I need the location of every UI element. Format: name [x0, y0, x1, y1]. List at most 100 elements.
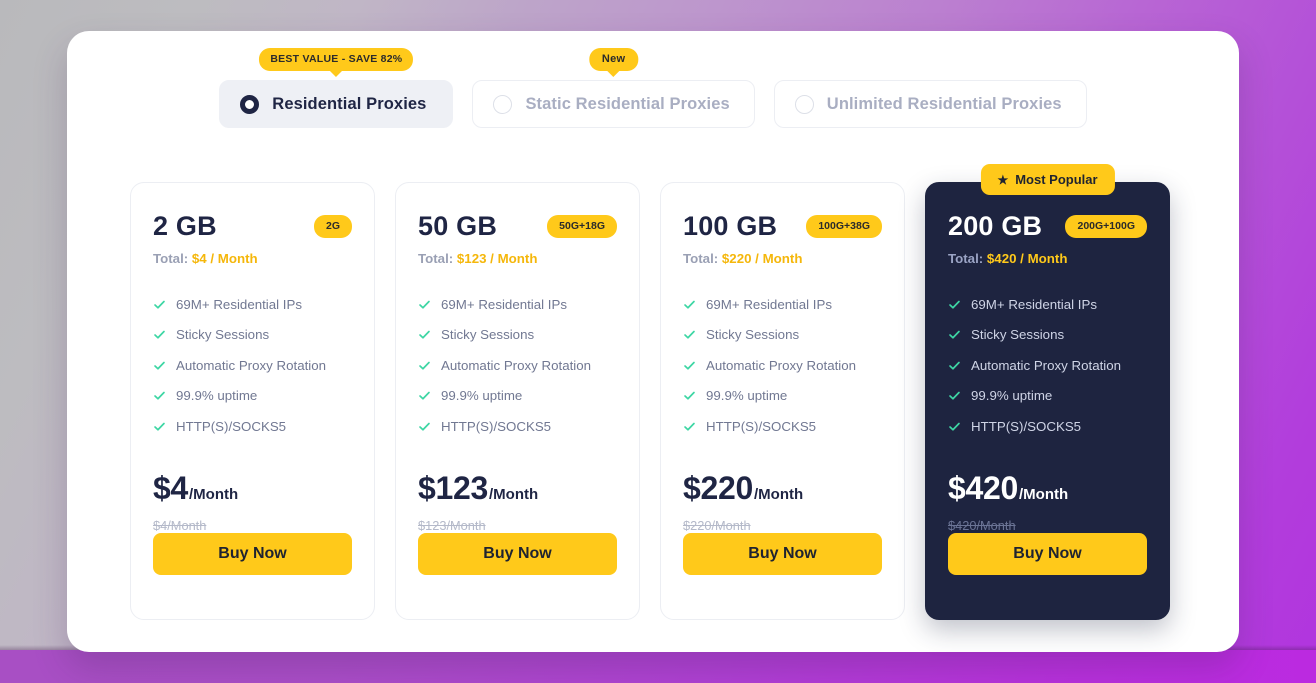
feature-item: Sticky Sessions [418, 320, 617, 351]
plan-total-2: Total: $220 / Month [683, 251, 882, 266]
check-icon [948, 359, 961, 372]
card-header-1: 50 GB 50G+18G [418, 211, 617, 242]
check-icon [683, 420, 696, 433]
check-icon [418, 389, 431, 402]
feature-list-2: 69M+ Residential IPs Sticky Sessions Autom… [683, 289, 882, 442]
check-icon [153, 359, 166, 372]
plan-price-amount-3: $420 [948, 469, 1018, 506]
plan-total-1: Total: $123 / Month [418, 251, 617, 266]
most-popular-badge: ★ Most Popular [980, 164, 1115, 195]
feature-item: 69M+ Residential IPs [948, 289, 1147, 320]
tab-wrapper-0: BEST VALUE - SAVE 82% Residential Proxies [219, 48, 454, 128]
plan-total-3: Total: $420 / Month [948, 251, 1147, 266]
feature-label: 99.9% uptime [706, 388, 788, 404]
feature-label: 69M+ Residential IPs [441, 296, 568, 312]
plan-old-price-0: $4/Month [153, 517, 207, 533]
feature-item: 99.9% uptime [153, 381, 352, 412]
feature-item: Automatic Proxy Rotation [418, 350, 617, 381]
tab-option-2[interactable]: Unlimited Residential Proxies [773, 80, 1087, 128]
check-icon [948, 389, 961, 402]
radio-unselected-icon[interactable] [794, 94, 814, 114]
check-icon [418, 328, 431, 341]
plan-price-amount-2: $220 [683, 469, 753, 506]
card-header-0: 2 GB 2G [153, 211, 352, 242]
buy-now-button-1[interactable]: Buy Now [418, 533, 617, 575]
feature-item: Automatic Proxy Rotation [683, 350, 882, 381]
tab-label-2: Unlimited Residential Proxies [826, 94, 1062, 113]
radio-unselected-icon[interactable] [493, 94, 513, 114]
feature-item: 69M+ Residential IPs [418, 289, 617, 320]
feature-item: HTTP(S)/SOCKS5 [683, 411, 882, 442]
plan-size-badge-0: 2G [313, 215, 352, 238]
feature-label: 69M+ Residential IPs [176, 296, 303, 312]
plan-total-0: Total: $4 / Month [153, 251, 352, 266]
plan-price-1: $123/Month [418, 470, 617, 507]
plan-total-prefix-1: Total: [418, 251, 454, 266]
feature-item: Sticky Sessions [683, 320, 882, 351]
plan-price-period-2: /Month [754, 485, 804, 503]
tab-option-0[interactable]: Residential Proxies [219, 80, 454, 128]
buy-now-button-3[interactable]: Buy Now [948, 533, 1147, 575]
feature-label: Automatic Proxy Rotation [706, 357, 857, 373]
feature-label: HTTP(S)/SOCKS5 [971, 418, 1082, 434]
radio-selected-icon[interactable] [240, 94, 260, 114]
check-icon [418, 359, 431, 372]
plan-price-period-3: /Month [1019, 485, 1069, 503]
feature-item: Automatic Proxy Rotation [948, 350, 1147, 381]
pricing-card-1: 50 GB 50G+18G Total: $123 / Month 69M+ Resi… [395, 182, 640, 620]
feature-list-1: 69M+ Residential IPs Sticky Sessions Autom… [418, 289, 617, 442]
feature-item: HTTP(S)/SOCKS5 [418, 411, 617, 442]
proxy-type-tabs: BEST VALUE - SAVE 82% Residential Proxies… [67, 48, 1239, 128]
feature-item: 69M+ Residential IPs [683, 289, 882, 320]
pricing-card-0: 2 GB 2G Total: $4 / Month 69M+ Residential … [130, 182, 375, 620]
plan-total-amount-3: $420 / Month [986, 251, 1068, 266]
card-header-2: 100 GB 100G+38G [683, 211, 882, 242]
pricing-panel: BEST VALUE - SAVE 82% Residential Proxies… [67, 31, 1239, 652]
page-bottom-strip [0, 650, 1316, 683]
feature-label: Automatic Proxy Rotation [441, 357, 592, 373]
tab-badge-1: New [588, 48, 639, 77]
feature-label: HTTP(S)/SOCKS5 [176, 418, 287, 434]
feature-label: 99.9% uptime [971, 388, 1053, 404]
pricing-cards: 2 GB 2G Total: $4 / Month 69M+ Residential … [130, 164, 1170, 620]
star-icon: ★ [997, 172, 1009, 187]
feature-label: HTTP(S)/SOCKS5 [706, 418, 817, 434]
feature-item: 99.9% uptime [418, 381, 617, 412]
feature-label: 69M+ Residential IPs [971, 296, 1098, 312]
feature-label: 99.9% uptime [441, 388, 523, 404]
check-icon [418, 420, 431, 433]
feature-label: Automatic Proxy Rotation [176, 357, 327, 373]
feature-label: HTTP(S)/SOCKS5 [441, 418, 552, 434]
feature-label: 69M+ Residential IPs [706, 296, 833, 312]
feature-list-3: 69M+ Residential IPs Sticky Sessions Autom… [948, 289, 1147, 442]
most-popular-label: Most Popular [1015, 172, 1098, 187]
buy-now-button-2[interactable]: Buy Now [683, 533, 882, 575]
plan-total-prefix-3: Total: [948, 251, 984, 266]
plan-price-3: $420/Month [948, 470, 1147, 507]
pricing-card-3: ★ Most Popular 200 GB 200G+100G Total: $420 … [925, 164, 1170, 620]
plan-total-amount-0: $4 / Month [191, 251, 258, 266]
check-icon [948, 298, 961, 311]
check-icon [153, 298, 166, 311]
plan-total-amount-2: $220 / Month [721, 251, 803, 266]
feature-label: 99.9% uptime [176, 388, 258, 404]
plan-total-prefix-2: Total: [683, 251, 719, 266]
check-icon [153, 328, 166, 341]
check-icon [948, 328, 961, 341]
plan-size-badge-2: 100G+38G [806, 215, 882, 238]
plan-total-amount-1: $123 / Month [456, 251, 538, 266]
plan-price-amount-0: $4 [153, 469, 188, 506]
feature-label: Sticky Sessions [441, 327, 535, 343]
plan-old-price-1: $123/Month [418, 517, 486, 533]
buy-now-button-0[interactable]: Buy Now [153, 533, 352, 575]
feature-item: Sticky Sessions [153, 320, 352, 351]
check-icon [683, 359, 696, 372]
tab-option-1[interactable]: Static Residential Proxies [472, 80, 755, 128]
check-icon [683, 328, 696, 341]
plan-price-0: $4/Month [153, 470, 352, 507]
plan-old-price-2: $220/Month [683, 517, 751, 533]
feature-item: 69M+ Residential IPs [153, 289, 352, 320]
plan-price-amount-1: $123 [418, 469, 488, 506]
tab-wrapper-2: Unlimited Residential Proxies [773, 80, 1087, 128]
tab-label-0: Residential Proxies [272, 94, 427, 113]
